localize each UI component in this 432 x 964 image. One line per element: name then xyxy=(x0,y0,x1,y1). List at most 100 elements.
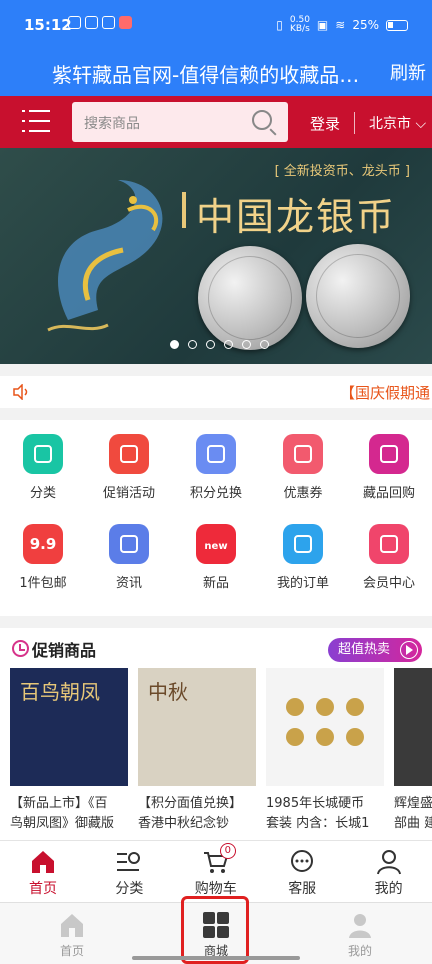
city-name: 北京市 xyxy=(369,116,411,132)
quick-link-diamond[interactable]: 积分兑换 xyxy=(173,434,259,501)
product-image[interactable]: 百鸟朝凤 xyxy=(10,668,128,786)
refresh-button[interactable]: 刷新 xyxy=(390,59,426,85)
quick-link-coupon[interactable]: 优惠券 xyxy=(260,434,346,501)
carousel-dot[interactable] xyxy=(170,340,179,349)
quick-link-grid[interactable]: 分类 xyxy=(0,434,86,501)
site-tab-category-search[interactable]: 分类 xyxy=(86,841,172,903)
site-tab-label: 我的 xyxy=(374,881,403,897)
quick-link-label: 1件包邮 xyxy=(19,576,67,591)
clock-icon xyxy=(12,640,29,657)
product-image[interactable] xyxy=(266,668,384,786)
user-icon-shape xyxy=(380,535,398,553)
product-image-text: 中秋 xyxy=(148,680,188,704)
play-icon xyxy=(400,641,418,659)
quick-link-label: 促销活动 xyxy=(102,486,155,501)
coin-thumbnail xyxy=(346,698,364,716)
banner-headline: 中国龙银币 xyxy=(196,195,397,239)
coin-greatwall-image xyxy=(306,244,410,348)
app-tab-label: 首页 xyxy=(59,944,84,958)
grid-icon xyxy=(23,434,63,474)
grid-icon-shape xyxy=(34,445,52,463)
product-name-line2: 鸟朝凤图》御藏版 xyxy=(10,816,115,831)
banner-carousel[interactable]: [ 全新投资币、龙头币 ] 中国龙银币 xyxy=(0,148,432,364)
chat-icon xyxy=(288,849,316,875)
alarm-clock-icon xyxy=(109,434,149,474)
product-name: 【积分面值兑换】 香港中秋纪念钞 xyxy=(138,794,256,834)
gift-icon xyxy=(109,524,149,564)
site-tab-home[interactable]: 首页 xyxy=(0,841,86,903)
status-right: ▯ 0.50 KB/s ▣ ≋ 25% xyxy=(276,16,408,34)
product-image-text: 百鸟朝凤 xyxy=(20,680,100,704)
battery-text: 25% xyxy=(352,18,379,32)
quick-link-label: 我的订单 xyxy=(276,576,329,591)
product-image[interactable]: 中秋 xyxy=(138,668,256,786)
notice-text: 【国庆假期通 xyxy=(340,384,431,402)
hot-sale-button[interactable]: 超值热卖 xyxy=(328,638,422,662)
login-link[interactable]: 登录 xyxy=(310,113,340,134)
quick-link-new[interactable]: new 新品 xyxy=(173,524,259,591)
site-tab-label: 购物车 xyxy=(194,881,237,897)
home-icon xyxy=(29,849,57,875)
quick-link-label: 分类 xyxy=(29,486,56,501)
product-card[interactable]: 百鸟朝凤 【新品上市】《百 鸟朝凤图》御藏版 xyxy=(10,668,128,834)
chevron-down-icon: ⌵ xyxy=(411,116,427,132)
site-tab-person[interactable]: 我的 xyxy=(346,841,432,903)
tiktok-icon xyxy=(102,16,115,29)
carousel-dot[interactable] xyxy=(242,340,251,349)
coin-thumbnail xyxy=(286,698,304,716)
product-name-line1: 1985年长城硬币 xyxy=(266,796,365,811)
site-tab-cart[interactable]: 0 购物车 xyxy=(173,841,259,903)
quick-link-clipboard[interactable]: 我的订单 xyxy=(260,524,346,591)
product-card[interactable]: 辉煌盛 部曲 建 xyxy=(394,668,432,834)
yen-icon xyxy=(369,434,409,474)
search-input[interactable]: 搜索商品 xyxy=(72,102,288,142)
home-icon xyxy=(58,911,86,939)
carousel-dot[interactable] xyxy=(260,340,269,349)
browser-title-bar: 紫轩藏品官网-值得信赖的收藏品… 刷新 xyxy=(0,50,432,96)
app-tab-person[interactable]: 我的 xyxy=(288,903,432,964)
carousel-dot[interactable] xyxy=(206,340,215,349)
coin-thumbnail xyxy=(346,728,364,746)
screen: 15:12 ▯ 0.50 KB/s ▣ ≋ 25% 紫轩藏品官网-值得信赖的收藏… xyxy=(0,0,432,964)
quick-link-user[interactable]: 会员中心 xyxy=(346,524,432,591)
promo-heading: 促销商品 xyxy=(32,641,97,660)
status-time: 15:12 xyxy=(24,16,72,34)
product-name-line1: 【积分面值兑换】 xyxy=(138,796,243,811)
menu-icon[interactable] xyxy=(22,110,50,132)
quick-link-yen[interactable]: 藏品回购 xyxy=(346,434,432,501)
gift-icon-shape xyxy=(120,535,138,553)
city-selector[interactable]: 北京市 ⌵ xyxy=(369,113,426,133)
clipboard-icon xyxy=(283,524,323,564)
diamond-icon-shape xyxy=(207,445,225,463)
app-tab-home[interactable]: 首页 xyxy=(0,903,144,964)
product-name: 1985年长城硬币 套装 内含：长城1 xyxy=(266,794,384,834)
quick-link-label: 会员中心 xyxy=(362,576,415,591)
new-icon: new xyxy=(196,524,236,564)
product-card[interactable]: 1985年长城硬币 套装 内含：长城1 xyxy=(266,668,384,834)
user-icon xyxy=(369,524,409,564)
clipboard-icon-shape xyxy=(294,535,312,553)
quick-link-label: 资讯 xyxy=(115,576,142,591)
product-image[interactable] xyxy=(394,668,432,786)
site-tab-bar: 首页 分类 0 购物车 客服 我的 xyxy=(0,840,432,902)
promo-section: 促销商品 超值热卖 百鸟朝凤 【新品上市】《百 鸟朝凤图》御藏版 中秋【积分面值兑换】… xyxy=(0,628,432,840)
wifi-icon: ≋ xyxy=(335,18,346,32)
site-tab-label: 客服 xyxy=(288,881,317,897)
category-search-icon xyxy=(115,849,143,875)
notice-bar[interactable]: 【国庆假期通 xyxy=(0,376,432,408)
diamond-icon xyxy=(196,434,236,474)
search-icon[interactable] xyxy=(252,110,272,130)
notification-icon xyxy=(68,16,81,29)
carousel-indicators xyxy=(170,340,269,349)
product-card[interactable]: 中秋【积分面值兑换】 香港中秋纪念钞 xyxy=(138,668,256,834)
quick-link-gift[interactable]: 资讯 xyxy=(86,524,172,591)
new-icon-glyph: new xyxy=(204,541,228,552)
quick-link-alarm-clock[interactable]: 促销活动 xyxy=(86,434,172,501)
carousel-dot[interactable] xyxy=(224,340,233,349)
carousel-dot[interactable] xyxy=(188,340,197,349)
site-tab-chat[interactable]: 客服 xyxy=(259,841,345,903)
yen-icon-shape xyxy=(380,445,398,463)
gesture-bar xyxy=(132,956,300,960)
notification-icon xyxy=(85,16,98,29)
quick-link-nine-nine[interactable]: 9.9 1件包邮 xyxy=(0,524,86,591)
